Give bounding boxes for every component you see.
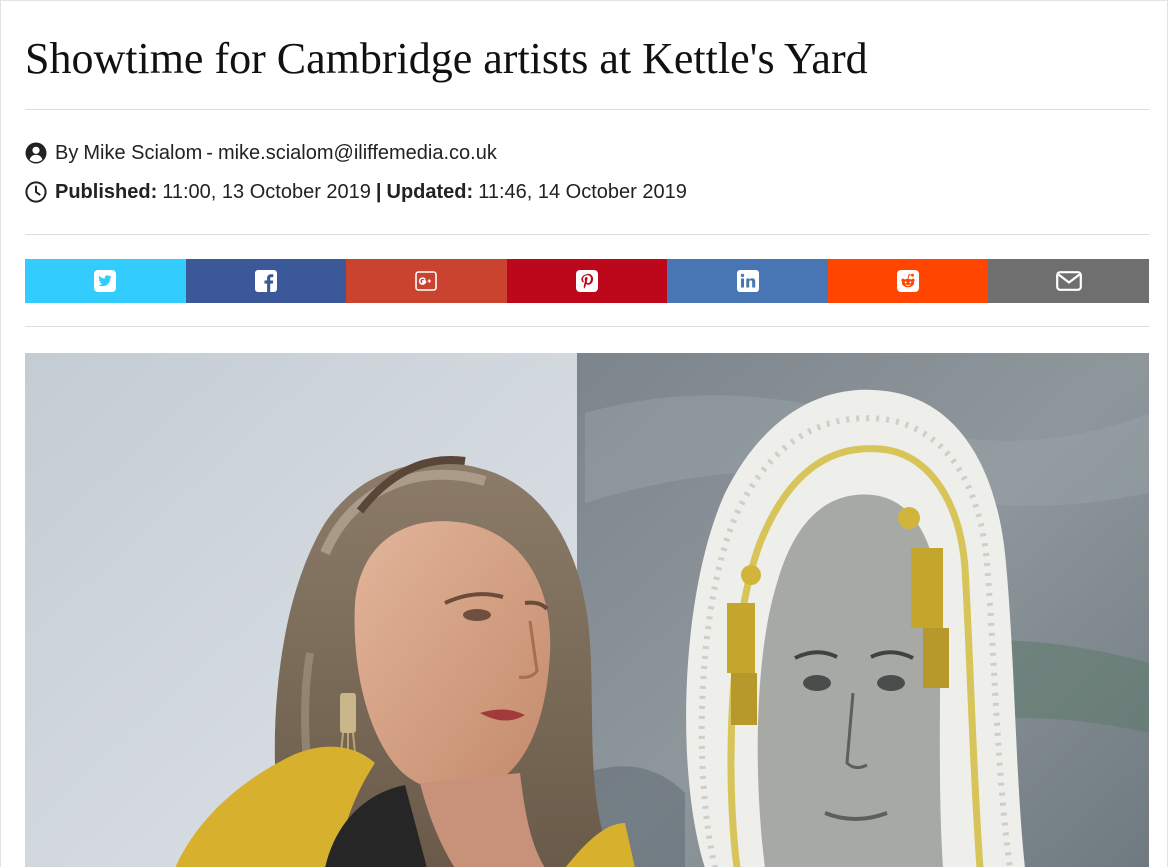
pinterest-icon xyxy=(576,270,599,292)
divider xyxy=(25,234,1149,235)
divider xyxy=(25,326,1149,327)
user-circle-icon xyxy=(25,142,47,164)
divider xyxy=(25,109,1149,110)
byline-separator: - xyxy=(206,142,213,164)
clock-icon xyxy=(25,181,47,203)
author-email[interactable]: mike.scialom@iliffemedia.co.uk xyxy=(218,140,497,166)
share-google-plus-button[interactable] xyxy=(346,259,507,303)
share-reddit-button[interactable] xyxy=(827,259,989,303)
publish-dates: Published: 11:00, 13 October 2019 | Upda… xyxy=(25,179,687,205)
share-pinterest-button[interactable] xyxy=(506,259,668,303)
google-plus-icon xyxy=(415,271,438,291)
facebook-icon xyxy=(254,270,277,292)
reddit-icon xyxy=(897,270,920,292)
envelope-icon xyxy=(1055,271,1082,291)
linkedin-icon xyxy=(736,270,759,292)
byline: By Mike Scialom - mike.scialom@iliffemed… xyxy=(25,140,497,166)
byline-prefix: By xyxy=(55,142,79,164)
share-linkedin-button[interactable] xyxy=(667,259,828,303)
updated-label: Updated: xyxy=(386,181,474,203)
share-twitter-button[interactable] xyxy=(25,259,186,303)
share-facebook-button[interactable] xyxy=(185,259,347,303)
published-date: 11:00, 13 October 2019 xyxy=(162,181,371,203)
share-bar xyxy=(25,259,1150,303)
author-name[interactable]: Mike Scialom xyxy=(83,140,202,166)
hero-image xyxy=(25,353,1149,867)
twitter-icon xyxy=(94,270,117,292)
updated-date: 11:46, 14 October 2019 xyxy=(478,181,687,203)
article-title: Showtime for Cambridge artists at Kettle… xyxy=(25,34,868,83)
share-email-button[interactable] xyxy=(988,259,1150,303)
hero-photo xyxy=(25,353,1149,867)
dates-divider: | xyxy=(375,181,382,203)
published-label: Published: xyxy=(55,181,158,203)
article-page: Showtime for Cambridge artists at Kettle… xyxy=(0,0,1168,867)
